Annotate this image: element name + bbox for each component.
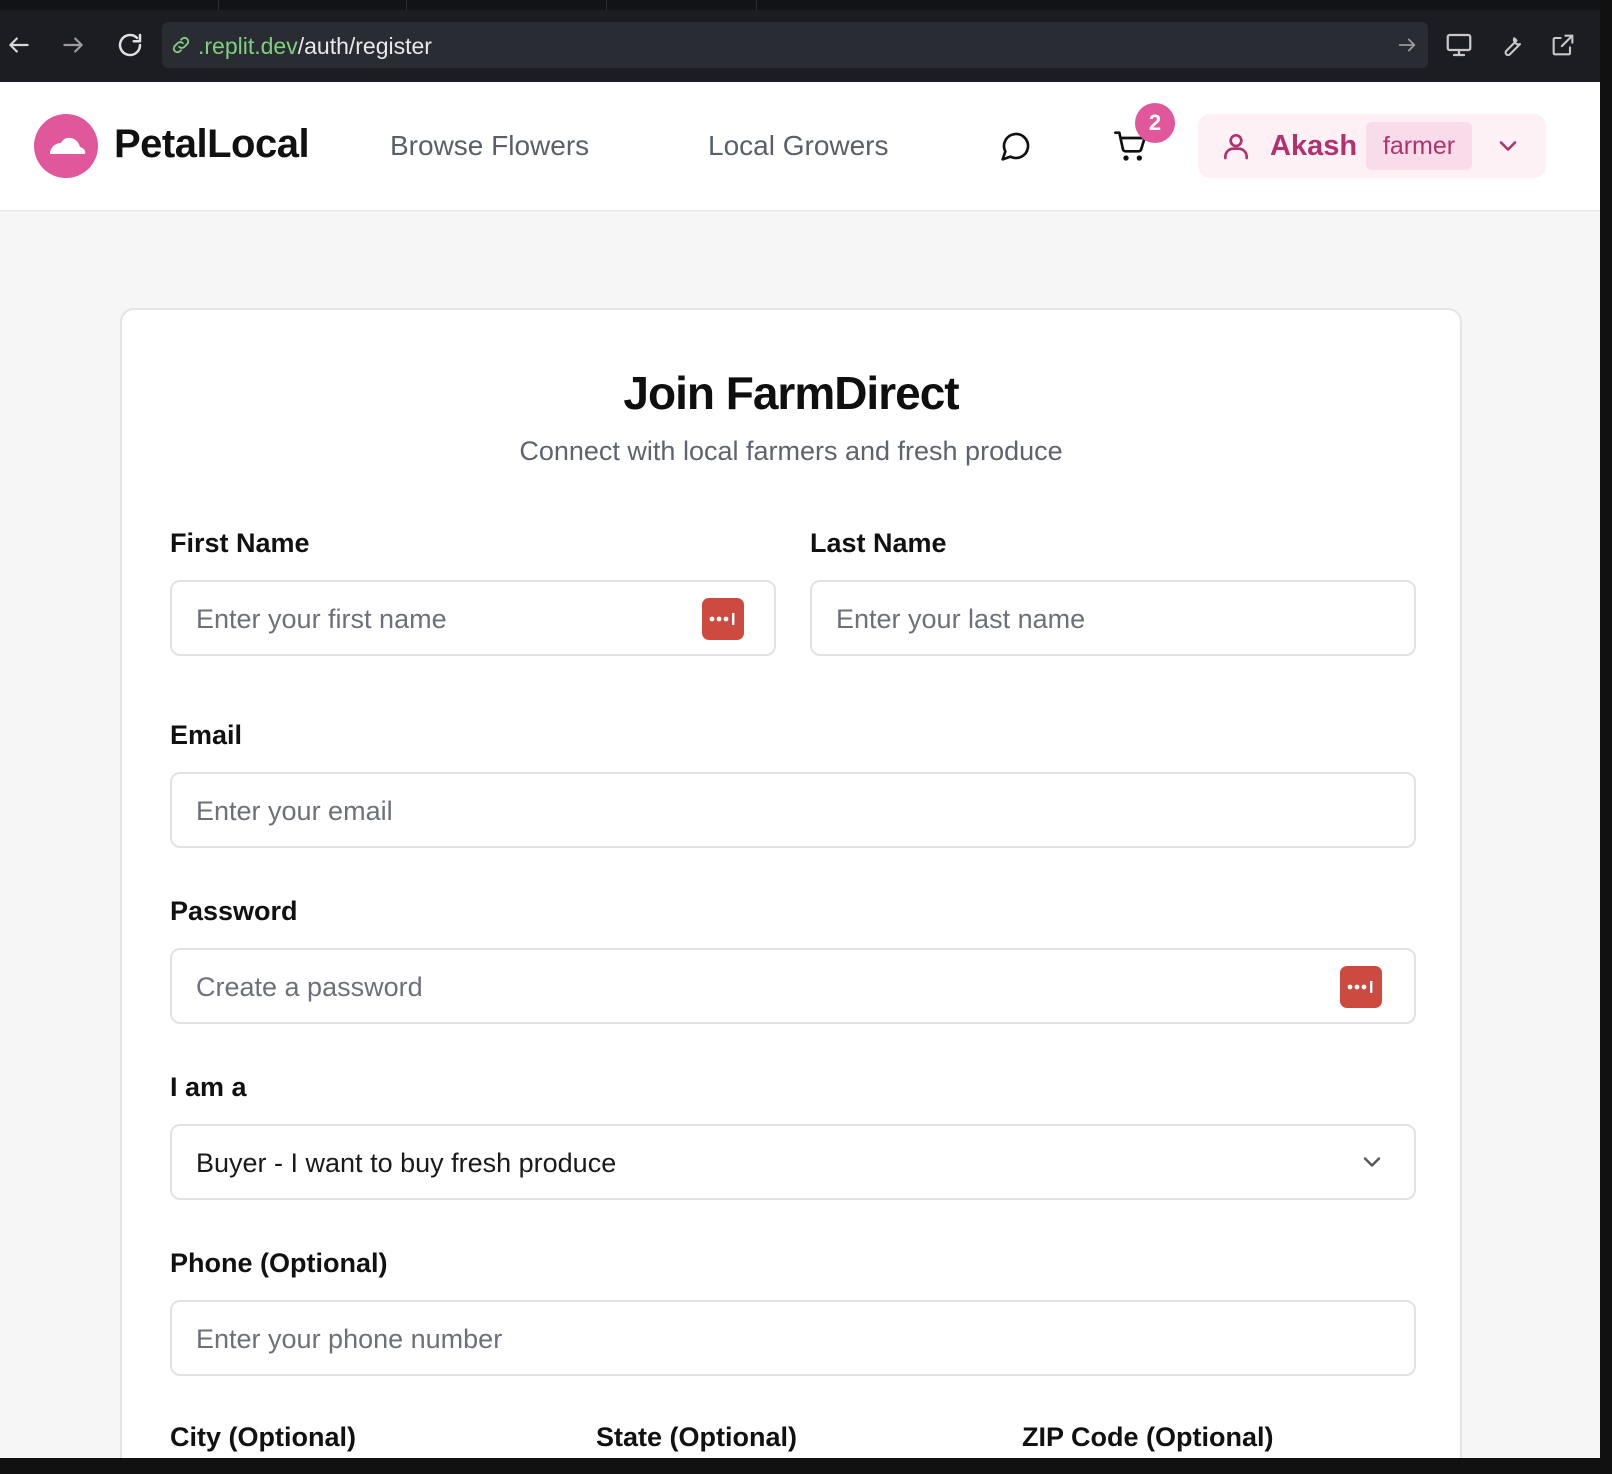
chat-icon[interactable]	[996, 122, 1036, 170]
city-label: City (Optional)	[170, 1422, 356, 1452]
last-name-label: Last Name	[810, 528, 947, 558]
nav-browse-flowers[interactable]: Browse Flowers	[390, 130, 589, 162]
address-bar[interactable]: .replit.dev/auth/register	[162, 22, 1428, 68]
phone-field[interactable]: Enter your phone number	[170, 1300, 1416, 1376]
password-field[interactable]: Create a password	[170, 948, 1416, 1024]
role-select-value: Buyer - I want to buy fresh produce	[196, 1148, 617, 1178]
logo-icon[interactable]	[34, 114, 98, 178]
last-name-placeholder: Enter your last name	[836, 604, 1086, 634]
go-arrow-icon[interactable]	[1396, 34, 1418, 61]
state-label: State (Optional)	[596, 1422, 797, 1452]
nav-local-growers[interactable]: Local Growers	[708, 130, 889, 162]
role-label: I am a	[170, 1072, 247, 1102]
first-name-field[interactable]: Enter your first name	[170, 580, 776, 656]
password-label: Password	[170, 896, 298, 926]
external-link-icon[interactable]	[1544, 26, 1582, 64]
chevron-down-icon	[1358, 1148, 1386, 1181]
first-name-label: First Name	[170, 528, 310, 558]
browser-toolbar: .replit.dev/auth/register	[0, 0, 1600, 82]
password-manager-icon[interactable]	[702, 598, 744, 640]
phone-placeholder: Enter your phone number	[196, 1324, 503, 1354]
wrench-icon[interactable]	[1492, 26, 1530, 64]
page-title: Join FarmDirect	[623, 367, 959, 419]
window-edge-bottom	[0, 1458, 1612, 1474]
zip-label: ZIP Code (Optional)	[1022, 1422, 1274, 1452]
reload-icon[interactable]	[111, 26, 149, 64]
password-manager-icon[interactable]	[1340, 966, 1382, 1008]
link-icon	[170, 34, 192, 61]
role-badge: farmer	[1366, 122, 1472, 170]
phone-label: Phone (Optional)	[170, 1248, 388, 1278]
brand-name[interactable]: PetalLocal	[114, 122, 310, 167]
password-placeholder: Create a password	[196, 972, 423, 1002]
window-edge	[1600, 0, 1612, 1474]
register-card: Join FarmDirect Connect with local farme…	[120, 308, 1462, 1458]
chevron-down-icon	[1494, 132, 1522, 165]
back-icon[interactable]	[0, 26, 38, 64]
forward-icon[interactable]	[54, 26, 92, 64]
user-name: Akash	[1270, 130, 1358, 162]
last-name-field[interactable]: Enter your last name	[810, 580, 1416, 656]
first-name-placeholder: Enter your first name	[196, 604, 447, 634]
page-subtitle: Connect with local farmers and fresh pro…	[519, 436, 1063, 466]
cart-count-badge: 2	[1135, 103, 1175, 143]
page: PetalLocal Browse Flowers Local Growers …	[0, 82, 1600, 1458]
email-label: Email	[170, 720, 243, 750]
email-field[interactable]: Enter your email	[170, 772, 1416, 848]
url-text: .replit.dev/auth/register	[198, 33, 432, 59]
user-menu-button[interactable]: Akash farmer	[1198, 114, 1546, 178]
tab-strip	[0, 0, 1600, 10]
monitor-icon[interactable]	[1440, 26, 1478, 64]
site-header: PetalLocal Browse Flowers Local Growers …	[0, 82, 1600, 212]
email-placeholder: Enter your email	[196, 796, 393, 826]
role-select[interactable]: Buyer - I want to buy fresh produce	[170, 1124, 1416, 1200]
user-icon	[1220, 130, 1252, 167]
